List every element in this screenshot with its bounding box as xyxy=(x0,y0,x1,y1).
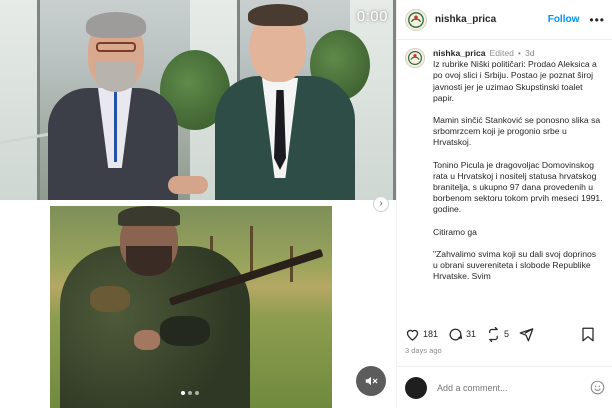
camo-patch xyxy=(160,316,210,346)
window-panel xyxy=(0,0,40,200)
caption-paragraph: Citiramo ga xyxy=(433,226,477,237)
chevron-right-icon: › xyxy=(379,198,383,209)
glasses xyxy=(96,42,136,52)
lanyard xyxy=(114,92,117,162)
save-button[interactable] xyxy=(581,327,595,342)
avatar[interactable] xyxy=(405,8,427,31)
caption-paragraph: Iz rubrike Niški političari: Prodao Alek… xyxy=(433,59,597,103)
caption-text: nishka_prica Edited • 3d Iz rubrike Nišk… xyxy=(433,48,603,320)
profile-logo-icon xyxy=(408,11,424,28)
share-icon xyxy=(519,327,534,341)
post-media[interactable]: 0:00 › xyxy=(0,0,396,408)
action-bar: 181 31 5 xyxy=(397,322,612,346)
profile-logo-icon xyxy=(408,51,422,65)
share-button[interactable] xyxy=(519,327,534,342)
follow-button[interactable]: Follow xyxy=(548,14,580,25)
caption-username[interactable]: nishka_prica xyxy=(433,48,486,59)
soldier-beard xyxy=(126,246,172,276)
caption-meta: nishka_prica Edited • 3d xyxy=(433,48,603,59)
more-options-button[interactable]: ••• xyxy=(589,13,605,27)
carousel-indicator xyxy=(181,391,199,395)
comment-composer xyxy=(397,366,612,408)
repost-button[interactable]: 5 xyxy=(486,326,510,342)
photo-soldier-rifle xyxy=(50,206,332,408)
post-header: nishka_prica Follow ••• xyxy=(397,0,612,40)
emoji-icon[interactable] xyxy=(590,380,605,395)
bookmark-icon xyxy=(582,327,594,341)
comment-count: 31 xyxy=(466,329,477,339)
post-side-panel: nishka_prica Follow ••• nishka_prica Edi… xyxy=(396,0,612,408)
separator: • xyxy=(517,48,521,58)
avatar xyxy=(405,376,427,399)
window-panel xyxy=(350,0,396,200)
username-link[interactable]: nishka_prica xyxy=(435,14,496,25)
post-age: 3d xyxy=(524,48,535,58)
comment-button[interactable]: 31 xyxy=(448,327,476,342)
man-right-hair xyxy=(248,4,308,26)
mute-icon xyxy=(365,376,378,386)
repost-icon xyxy=(489,326,498,342)
caption-paragraph: "Zahvalimo svima koji su dali svoj dopri… xyxy=(433,248,597,282)
carousel-dot xyxy=(181,391,185,395)
handshake xyxy=(168,176,208,194)
comment-input[interactable] xyxy=(437,382,577,393)
caption-area: nishka_prica Edited • 3d Iz rubrike Nišk… xyxy=(397,44,612,320)
grass-stalk xyxy=(250,226,253,276)
caption-paragraph: Mamin sinčić Stanković se ponosno slika … xyxy=(433,115,601,148)
next-slide-button[interactable]: › xyxy=(373,196,389,212)
mute-button[interactable] xyxy=(356,366,386,396)
video-timer: 0:00 xyxy=(356,8,388,25)
man-left-hair xyxy=(86,12,146,38)
like-button[interactable]: 181 xyxy=(405,327,438,342)
camo-patch xyxy=(90,286,130,312)
comment-icon xyxy=(449,328,463,340)
photo-two-men-handshake xyxy=(0,0,396,200)
man-left-beard xyxy=(96,62,136,92)
repost-count: 5 xyxy=(504,329,510,339)
like-count: 181 xyxy=(423,329,439,339)
avatar[interactable] xyxy=(405,48,425,68)
carousel-dot xyxy=(188,391,192,395)
edited-label: Edited xyxy=(489,48,514,58)
soldier-cap xyxy=(118,206,180,226)
heart-icon xyxy=(406,329,419,341)
caption-paragraph: Tonino Picula je dragovoljac Domovinskog… xyxy=(433,159,603,215)
carousel-dot xyxy=(195,391,199,395)
soldier-hand xyxy=(134,330,160,350)
post-timestamp: 3 days ago xyxy=(405,346,442,355)
